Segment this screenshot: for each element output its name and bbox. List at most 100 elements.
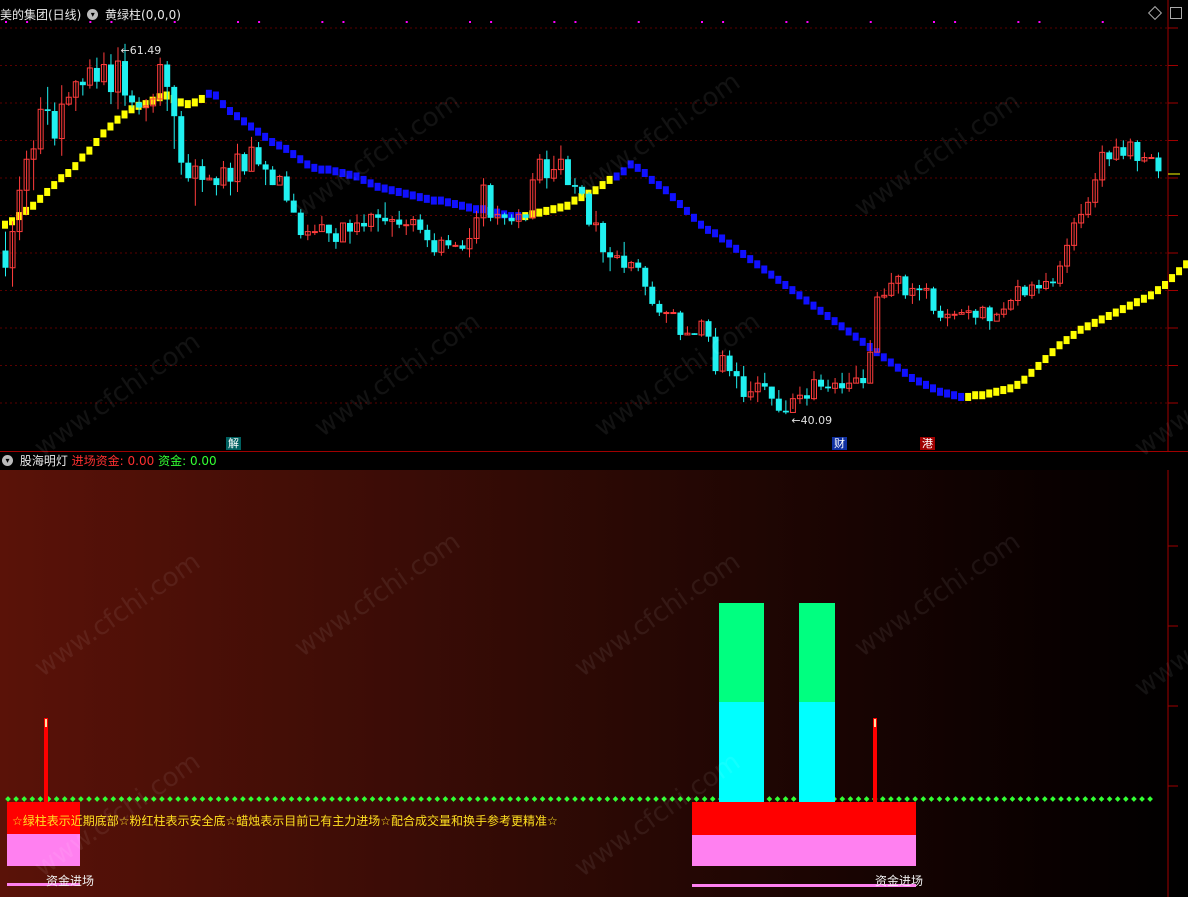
sar-down-marker	[852, 332, 859, 341]
entry-candle-tip	[45, 719, 47, 727]
baseline-dot	[53, 796, 60, 802]
candle	[860, 369, 867, 389]
sar-down-marker	[719, 234, 726, 243]
candle	[262, 160, 269, 186]
candle	[368, 212, 375, 232]
price-header: 美的集团(日线) ▾ 黄绿柱(0,0,0)	[0, 6, 181, 24]
candle-body	[670, 312, 677, 315]
candle	[1064, 238, 1071, 273]
sar-down-marker	[219, 100, 226, 109]
signal-dot	[469, 21, 471, 23]
sar-up-marker	[1007, 384, 1014, 393]
sar-up-marker	[1119, 305, 1126, 314]
indicator-menu-icon[interactable]: ▾	[87, 9, 99, 20]
baseline-dot	[636, 796, 643, 802]
baseline-dot	[61, 796, 68, 802]
sar-up-marker	[1112, 308, 1119, 317]
candle-body	[171, 86, 178, 117]
baseline-dot	[645, 796, 651, 802]
baseline-dot	[1074, 796, 1081, 802]
sar-down-marker	[318, 165, 325, 174]
candle-body	[361, 222, 368, 227]
candle-body	[733, 371, 740, 377]
sar-down-marker	[620, 167, 627, 176]
sar-down-marker	[234, 112, 240, 121]
candle	[635, 259, 642, 272]
sar-down-marker	[402, 189, 409, 198]
candle-body	[621, 255, 628, 268]
sar-down-marker	[951, 391, 958, 400]
sar-down-marker	[958, 392, 965, 401]
candle-body	[122, 61, 129, 96]
baseline-dot	[912, 796, 919, 802]
sar-down-marker	[887, 358, 894, 367]
sar-down-marker	[269, 138, 276, 147]
candle-body	[459, 245, 466, 249]
candle	[951, 310, 958, 320]
price-chart[interactable]: ←61.49 ←40.09	[0, 0, 1188, 451]
baseline-dot	[855, 796, 862, 802]
candle	[1078, 204, 1085, 229]
candle	[480, 178, 487, 227]
candle	[874, 291, 881, 353]
baseline-dot	[264, 796, 271, 802]
candle-body	[79, 81, 86, 86]
sar-down-marker	[930, 384, 936, 393]
baseline-dot	[69, 796, 76, 802]
candle-body	[578, 186, 585, 194]
candle	[304, 224, 311, 241]
cyan-bar	[799, 702, 835, 802]
baseline-dot	[944, 796, 951, 802]
sar-up-marker	[107, 122, 114, 131]
baseline-dot	[483, 796, 489, 802]
baseline-dot	[329, 796, 335, 802]
sar-down-marker	[325, 165, 332, 174]
candle	[1057, 260, 1064, 287]
sar-down-marker	[346, 170, 353, 179]
candle-body	[916, 288, 923, 291]
sar-down-marker	[740, 249, 747, 258]
baseline-dot	[782, 796, 789, 802]
signal-dot	[553, 21, 556, 23]
sar-down-marker	[381, 184, 388, 193]
sar-down-marker	[831, 317, 838, 326]
baseline-dot	[410, 796, 416, 802]
candle	[550, 155, 557, 182]
indicator-chart[interactable]	[0, 470, 1188, 897]
sar-down-marker	[395, 187, 402, 196]
candle-body	[607, 252, 614, 258]
sar-up-marker	[965, 392, 972, 401]
candle-body	[642, 267, 649, 287]
baseline-dot	[985, 796, 991, 802]
baseline-dot	[1009, 796, 1016, 802]
sar-down-marker	[698, 220, 704, 229]
sar-down-marker	[944, 389, 951, 398]
candle	[290, 193, 297, 213]
candle-body	[761, 383, 768, 387]
candle-body	[107, 64, 114, 93]
candle-body	[564, 159, 571, 186]
baseline-dot	[207, 796, 214, 802]
indicator-menu-icon-2[interactable]: ▾	[2, 455, 13, 466]
entry-candle	[873, 718, 877, 802]
baseline-dot	[1098, 796, 1105, 802]
sar-down-marker	[339, 169, 346, 178]
candle	[1127, 138, 1134, 160]
candle	[136, 97, 143, 115]
candle-body	[1134, 142, 1141, 161]
signal-dot	[637, 21, 640, 23]
baseline-dot	[450, 796, 457, 802]
signal-dot	[806, 21, 809, 23]
baseline-dot	[588, 796, 595, 802]
candle-body	[199, 166, 206, 180]
sar-up-marker	[1098, 315, 1105, 324]
close-icon[interactable]	[1170, 7, 1182, 19]
sar-down-marker	[761, 265, 768, 274]
candle	[621, 241, 628, 273]
sar-up-marker	[100, 129, 107, 138]
sar-down-marker	[648, 175, 655, 184]
baseline-dot	[1147, 796, 1153, 802]
candle-body	[818, 379, 825, 387]
pink-bar	[692, 835, 916, 866]
baseline-dot	[29, 796, 36, 802]
